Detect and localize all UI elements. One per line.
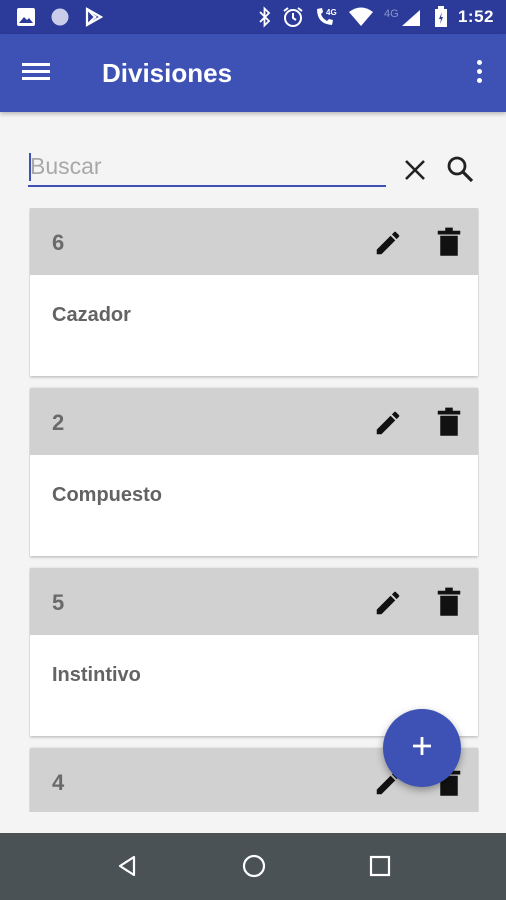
division-number: 4	[52, 770, 65, 795]
division-number: 2	[52, 410, 65, 435]
pencil-icon[interactable]	[373, 588, 403, 618]
trash-icon[interactable]	[436, 407, 462, 437]
text-cursor	[29, 153, 31, 181]
home-circle-icon[interactable]	[241, 853, 267, 879]
status-bar: 4G 4G 1:52	[0, 0, 506, 34]
plus-icon	[410, 734, 434, 763]
svg-text:4G: 4G	[384, 8, 399, 20]
play-store-icon	[84, 7, 104, 27]
status-left-icons	[16, 7, 104, 27]
bluetooth-icon	[258, 6, 272, 28]
card-header: 2	[30, 388, 478, 455]
division-name: Compuesto	[52, 484, 162, 506]
signal-icon: 4G	[384, 6, 424, 28]
back-triangle-icon[interactable]	[115, 853, 141, 879]
circle-icon	[50, 7, 70, 27]
division-name: Cazador	[52, 304, 131, 326]
division-number: 5	[52, 590, 65, 615]
card-header: 6	[30, 208, 478, 275]
more-vert-icon[interactable]	[474, 60, 484, 88]
add-division-button[interactable]	[383, 709, 461, 787]
trash-icon[interactable]	[436, 227, 462, 257]
battery-icon	[434, 6, 448, 28]
pencil-icon[interactable]	[373, 408, 403, 438]
search-icon[interactable]	[444, 153, 476, 185]
clock-time: 1:52	[457, 7, 494, 26]
app-bar: Divisiones	[0, 34, 506, 112]
search-input[interactable]	[28, 147, 386, 185]
list-bottom-spacer	[0, 812, 506, 833]
wifi-calling-icon: 4G	[314, 6, 338, 28]
wifi-icon	[348, 6, 374, 28]
hamburger-menu-icon[interactable]	[22, 59, 52, 85]
page-title: Divisiones	[102, 58, 233, 88]
status-right-icons: 4G 4G 1:52	[258, 6, 494, 28]
recents-square-icon[interactable]	[368, 854, 392, 878]
card-header: 5	[30, 568, 478, 635]
pencil-icon[interactable]	[373, 228, 403, 258]
image-icon	[16, 7, 36, 27]
division-card[interactable]: 2 Compuesto	[30, 388, 478, 556]
system-nav-bar	[0, 833, 506, 900]
trash-icon[interactable]	[436, 587, 462, 617]
search-underline	[28, 185, 386, 187]
search-field[interactable]	[28, 147, 386, 187]
division-card[interactable]: 6 Cazador	[30, 208, 478, 376]
network-label: 4G	[326, 8, 337, 17]
alarm-icon	[282, 6, 304, 28]
division-name: Instintivo	[52, 664, 141, 686]
close-icon[interactable]	[400, 155, 430, 185]
division-number: 6	[52, 230, 65, 255]
